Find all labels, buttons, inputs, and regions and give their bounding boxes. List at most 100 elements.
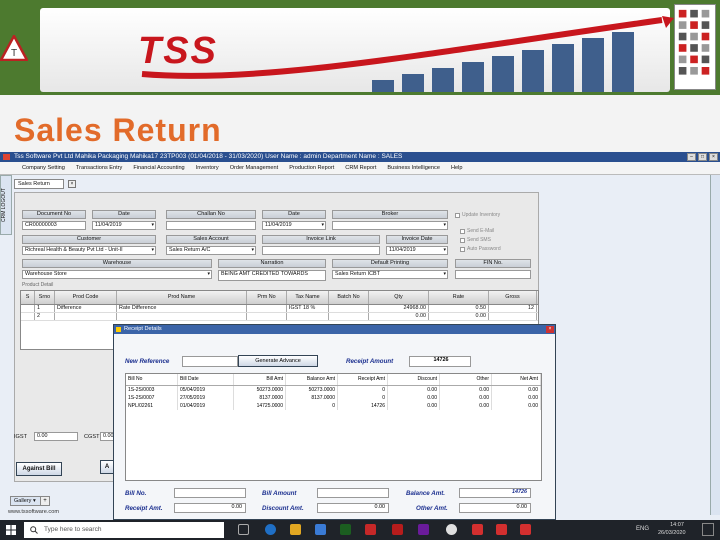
product-grid-header: S Srno Prod Code Prod Name Prm No Tax Na… <box>21 291 538 305</box>
send-email-label: Send E-Mail <box>467 228 495 234</box>
discount-amt-field[interactable]: 0.00 <box>317 503 389 513</box>
menu-order-management[interactable]: Order Management <box>230 162 279 174</box>
menu-transactions-entry[interactable]: Transactions Entry <box>76 162 122 174</box>
side-tab[interactable]: CRM LOGOUT <box>0 175 12 235</box>
store-icon[interactable] <box>315 524 326 535</box>
document-no-field[interactable]: CR00000003 <box>22 221 86 230</box>
dialog-titlebar: Receipt Details × <box>114 325 555 334</box>
update-inventory-checkbox[interactable]: Update Inventory <box>455 212 500 218</box>
gallery-add-icon[interactable]: + <box>40 496 50 506</box>
dialog-title: Receipt Details <box>124 326 162 332</box>
excel-icon[interactable] <box>340 524 351 535</box>
balance-amt-field[interactable]: 14726 <box>459 488 531 498</box>
table-row[interactable]: 1S-2S/0003 05/04/2019 50273.0000 50273.0… <box>126 386 541 394</box>
narration-field[interactable]: BEING AMT CREDITED TOWARDS <box>218 270 326 281</box>
cell <box>329 305 369 312</box>
warning-sign-icon: T <box>0 35 28 61</box>
col-batch-no: Batch No <box>329 291 369 304</box>
customer-select[interactable]: Richreal Health & Beauty Pvt Ltd - Unit-… <box>22 246 156 255</box>
menubar: Company Setting Transactions Entry Finan… <box>0 162 720 175</box>
table-row[interactable]: 1S-2S/0007 27/05/2019 8137.0000 8137.000… <box>126 394 541 402</box>
against-bill-button[interactable]: Against Bill <box>16 462 62 476</box>
language-indicator[interactable]: ENG <box>636 526 649 532</box>
cell <box>489 313 537 320</box>
cell: 50273.0000 <box>234 386 286 394</box>
challan-no-field[interactable] <box>166 221 256 230</box>
tss-logo: TSS <box>138 30 218 72</box>
receipt-amt-field[interactable]: 0.00 <box>174 503 246 513</box>
opera-icon[interactable] <box>392 524 403 535</box>
menu-business-intelligence[interactable]: Business Intelligence <box>387 162 440 174</box>
cell <box>117 313 247 320</box>
table-row[interactable]: NPL/02261 01/04/2019 14725.0000 0 14726 … <box>126 402 541 410</box>
tss-app-2-icon[interactable] <box>496 524 507 535</box>
windows-start-icon[interactable] <box>6 525 16 535</box>
invoice-date-picker[interactable]: 11/04/2019 <box>386 246 448 255</box>
chrome-icon[interactable] <box>446 524 457 535</box>
send-sms-checkbox[interactable]: Send SMS <box>460 237 491 243</box>
taskbar-search-box[interactable]: Type here to search <box>24 522 224 538</box>
igst-field[interactable]: 0.00 <box>34 432 78 441</box>
receipt-amount-field[interactable]: 14726 <box>409 356 471 367</box>
broker-select[interactable] <box>332 221 448 230</box>
maximize-icon[interactable]: □ <box>698 153 707 161</box>
menu-production-report[interactable]: Production Report <box>289 162 334 174</box>
igst-label: IGST <box>14 434 28 440</box>
color-grid-icon <box>674 4 716 90</box>
date-picker[interactable]: 11/04/2019 <box>92 221 156 230</box>
menu-company-setting[interactable]: Company Setting <box>22 162 65 174</box>
cell <box>21 305 35 312</box>
warehouse-select[interactable]: Warehouse Store <box>22 270 212 279</box>
update-inventory-label: Update Inventory <box>462 212 501 218</box>
close-icon[interactable]: × <box>709 153 718 161</box>
bill-no-field[interactable] <box>174 488 246 498</box>
file-explorer-icon[interactable] <box>290 524 301 535</box>
fin-no-label: FIN No. <box>455 259 531 268</box>
taskbar: Type here to search ENG 14:07 26/03/2020 <box>0 520 720 540</box>
cgst-field[interactable]: 0.00 <box>100 432 114 441</box>
date2-picker[interactable]: 11/04/2019 <box>262 221 326 230</box>
dialog-close-icon[interactable]: × <box>546 326 554 333</box>
cell: 1 <box>35 305 55 312</box>
app-purple-icon[interactable] <box>418 524 429 535</box>
menu-financial-accounting[interactable]: Financial Accounting <box>133 162 184 174</box>
notifications-icon[interactable] <box>702 523 714 536</box>
tab-sales-return[interactable]: Sales Return <box>14 179 64 189</box>
tss-app-3-icon[interactable] <box>520 524 531 535</box>
clock-date[interactable]: 26/03/2020 <box>658 530 686 536</box>
cell: 0 <box>338 386 388 394</box>
default-printing-select[interactable]: Sales Return ICBT <box>332 270 448 279</box>
banner: T TSS <box>0 0 720 95</box>
clock-time[interactable]: 14:07 <box>664 522 690 528</box>
edge-browser-icon[interactable] <box>265 524 276 535</box>
bill-amount-field[interactable] <box>317 488 389 498</box>
task-view-icon[interactable] <box>238 524 249 535</box>
auto-password-checkbox[interactable]: Auto Password <box>460 246 501 252</box>
generate-advance-button[interactable]: Generate Advance <box>238 355 318 367</box>
cell: 0.00 <box>440 402 492 410</box>
minimize-icon[interactable]: – <box>687 153 696 161</box>
invoice-link-field[interactable] <box>262 246 380 255</box>
tss-app-icon[interactable] <box>472 524 483 535</box>
sales-account-select[interactable]: Sales Return A/C <box>166 246 256 255</box>
receipt-details-dialog: Receipt Details × New Reference Generate… <box>113 324 556 520</box>
app-icon <box>3 154 10 160</box>
cell <box>247 313 287 320</box>
cell <box>247 305 287 312</box>
col-balance-amt: Balance Amt <box>286 374 338 385</box>
app-titlebar: Tss Software Pvt Ltd Mahika Packaging Ma… <box>0 152 720 162</box>
menu-inventory[interactable]: Inventory <box>196 162 219 174</box>
table-row[interactable]: 1 Difference Rate Difference IGST 18 % 2… <box>21 305 538 313</box>
invoice-link-label: Invoice Link <box>262 235 380 244</box>
menu-help[interactable]: Help <box>451 162 463 174</box>
send-email-checkbox[interactable]: Send E-Mail <box>460 228 494 234</box>
other-amt-field[interactable]: 0.00 <box>459 503 531 513</box>
table-row[interactable]: 2 0.00 0.00 <box>21 313 538 321</box>
new-reference-field[interactable] <box>182 356 238 367</box>
fin-no-field[interactable] <box>455 270 531 279</box>
against-bill-alt-button[interactable]: A <box>100 460 114 474</box>
tab-close-icon[interactable]: × <box>68 180 76 188</box>
pdf-reader-icon[interactable] <box>365 524 376 535</box>
menu-crm-report[interactable]: CRM Report <box>345 162 376 174</box>
cell: 0.00 <box>492 402 541 410</box>
